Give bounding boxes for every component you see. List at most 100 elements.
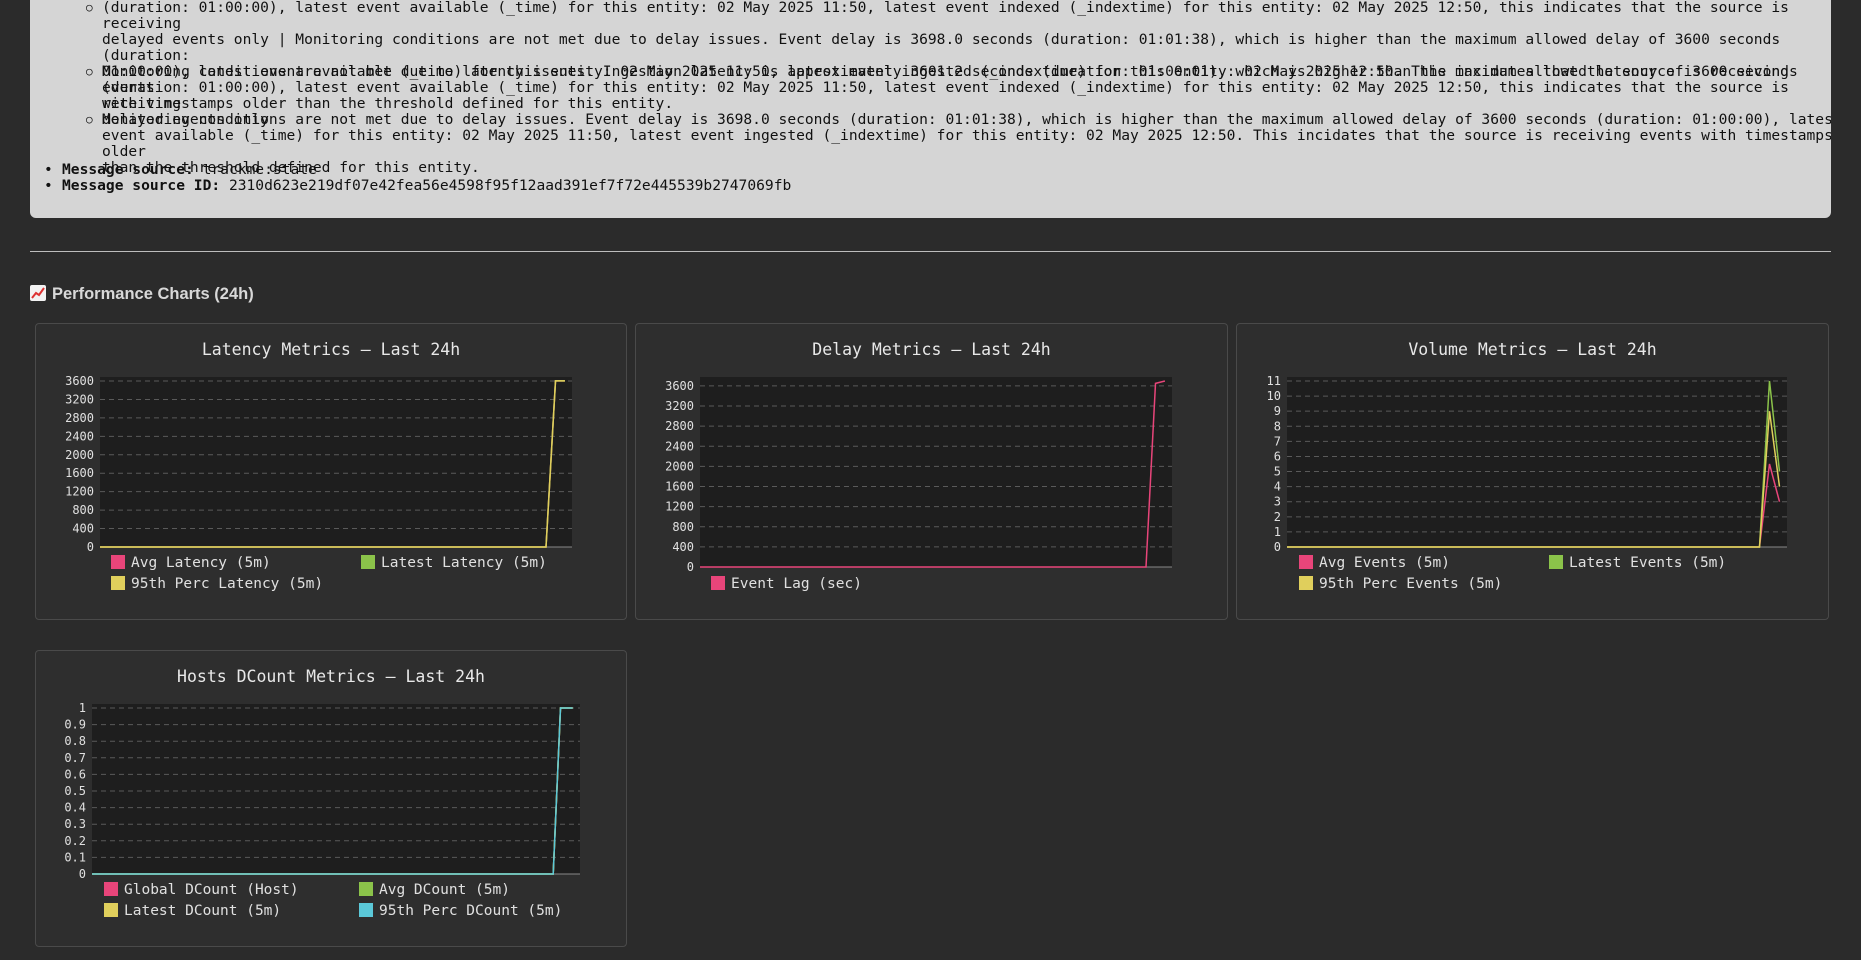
- y-tick-label: 9: [1274, 404, 1281, 418]
- y-tick-label: 0.9: [64, 718, 86, 732]
- plot-area: [100, 377, 572, 547]
- y-tick-label: 0.8: [64, 734, 86, 748]
- y-tick-label: 0: [687, 560, 694, 574]
- y-tick-label: 11: [1267, 374, 1281, 388]
- y-tick-label: 2400: [65, 429, 94, 443]
- message-source-id-label: Message source ID:: [62, 177, 221, 194]
- y-tick-label: 1600: [65, 466, 94, 480]
- chart-panel-volume: Volume Metrics – Last 24h 0 1 2 3 4 5 6 7 8 9 10 11…: [1236, 323, 1829, 620]
- legend-label[interactable]: Global DCount (Host): [124, 882, 299, 898]
- message-line: (duration: 01:00:00), latest event avail…: [102, 0, 1789, 32]
- message-sub-item: ○ Monitoring conditions are not met due …: [86, 111, 1831, 176]
- y-tick-label: 0.6: [64, 767, 86, 781]
- bullet-circle-icon: ○: [86, 65, 93, 78]
- message-line: Monitoring conditions are not met due to…: [102, 63, 1798, 80]
- y-tick-label: 1200: [665, 500, 694, 514]
- section-title: Performance Charts (24h): [30, 285, 254, 304]
- legend-swatch[interactable]: [111, 576, 125, 590]
- chart-hosts: 0 0.1 0.2 0.3 0.4 0.5 0.6 0.7 0.8 0.9 1 Global DCou…: [64, 701, 580, 919]
- bullet-circle-icon: ○: [86, 113, 93, 126]
- message-source-id-item: • Message source ID: 2310d623e219df07e42…: [44, 177, 792, 194]
- y-tick-label: 1: [79, 701, 86, 715]
- section-title-text: Performance Charts (24h): [52, 285, 254, 303]
- legend-swatch[interactable]: [104, 882, 118, 896]
- y-tick-label: 3200: [665, 399, 694, 413]
- legend-swatch[interactable]: [1299, 576, 1313, 590]
- legend-swatch[interactable]: [361, 555, 375, 569]
- plot-area: [1287, 377, 1787, 547]
- y-tick-label: 400: [72, 522, 94, 536]
- chart-latency: 0 400 800 1200 1600 2000 2400 2800 3200 3600 Avg L…: [65, 374, 572, 592]
- y-tick-label: 0: [79, 867, 86, 881]
- y-tick-label: 1600: [665, 480, 694, 494]
- y-tick-label: 1: [1274, 525, 1281, 539]
- y-tick-label: 0.7: [64, 751, 86, 765]
- y-tick-label: 0.3: [64, 817, 86, 831]
- y-tick-label: 4: [1274, 480, 1281, 494]
- message-source-item: • Message source: trackme:state: [44, 161, 317, 178]
- legend-label[interactable]: Latest Latency (5m): [381, 555, 547, 571]
- section-divider: [30, 251, 1831, 252]
- y-tick-label: 800: [72, 503, 94, 517]
- y-tick-label: 0.5: [64, 784, 86, 798]
- y-tick-label: 1200: [65, 485, 94, 499]
- y-tick-label: 0: [87, 540, 94, 554]
- y-tick-label: 6: [1274, 449, 1281, 463]
- y-tick-label: 2800: [665, 419, 694, 433]
- legend-swatch[interactable]: [711, 576, 725, 590]
- chart-panel-hosts: Hosts DCount Metrics – Last 24h 0 0.1 0.2 0…: [35, 650, 627, 947]
- y-tick-label: 3600: [665, 379, 694, 393]
- chart-panel-latency: Latency Metrics – Last 24h 0 400 800 1200 16…: [35, 323, 627, 620]
- y-tick-label: 2800: [65, 411, 94, 425]
- y-tick-label: 0.4: [64, 801, 86, 815]
- legend-swatch[interactable]: [1299, 555, 1313, 569]
- y-tick-label: 7: [1274, 434, 1281, 448]
- legend-swatch[interactable]: [1549, 555, 1563, 569]
- legend-label[interactable]: Avg Latency (5m): [131, 555, 271, 571]
- message-line: delayed events only | Monitoring conditi…: [102, 31, 1781, 64]
- chart-delay: 0 400 800 1200 1600 2000 2400 2800 3200 3600 Event…: [665, 377, 1172, 592]
- y-tick-label: 5: [1274, 465, 1281, 479]
- y-tick-label: 2000: [65, 448, 94, 462]
- plot-area: [92, 704, 580, 874]
- y-tick-label: 8: [1274, 419, 1281, 433]
- chart-panel-delay: Delay Metrics – Last 24h 0 400 800 1200 1600…: [635, 323, 1228, 620]
- y-tick-label: 3600: [65, 374, 94, 388]
- legend-label[interactable]: Avg Events (5m): [1319, 555, 1450, 571]
- y-tick-label: 2400: [665, 439, 694, 453]
- message-line: (duration: 01:00:00), latest event avail…: [102, 79, 1789, 112]
- y-tick-label: 10: [1267, 389, 1281, 403]
- message-line: Monitoring conditions are not met due to…: [102, 111, 1831, 128]
- legend-label[interactable]: Event Lag (sec): [731, 576, 862, 592]
- legend-label[interactable]: Latest DCount (5m): [124, 903, 281, 919]
- legend-label[interactable]: 95th Perc Latency (5m): [131, 576, 323, 592]
- legend-swatch[interactable]: [111, 555, 125, 569]
- y-tick-label: 3200: [65, 392, 94, 406]
- message-source-label: Message source:: [62, 161, 194, 178]
- legend-swatch[interactable]: [359, 903, 373, 917]
- message-box: ○ (duration: 01:00:00), latest event ava…: [30, 0, 1831, 218]
- y-tick-label: 0.1: [64, 850, 86, 864]
- legend-label[interactable]: Avg DCount (5m): [379, 882, 510, 898]
- legend-label[interactable]: 95th Perc Events (5m): [1319, 576, 1502, 592]
- bullet-dot-icon: •: [44, 161, 53, 178]
- bullet-dot-icon: •: [44, 177, 53, 194]
- message-source-value: trackme:state: [202, 161, 317, 178]
- y-tick-label: 2: [1274, 510, 1281, 524]
- legend-label[interactable]: 95th Perc DCount (5m): [379, 903, 562, 919]
- y-tick-label: 0.2: [64, 834, 86, 848]
- legend-label[interactable]: Latest Events (5m): [1569, 555, 1726, 571]
- chart-volume: 012345 67891011 Avg Events (5m) Latest Even…: [1267, 374, 1787, 592]
- legend-swatch[interactable]: [104, 903, 118, 917]
- y-tick-label: 400: [672, 540, 694, 554]
- y-tick-label: 800: [672, 520, 694, 534]
- message-line: than the threshold defined for this enti…: [102, 159, 480, 176]
- y-tick-label: 0: [1274, 540, 1281, 554]
- legend-swatch[interactable]: [359, 882, 373, 896]
- plot-area: [700, 377, 1172, 567]
- y-tick-label: 3: [1274, 495, 1281, 509]
- y-tick-label: 2000: [665, 459, 694, 473]
- chart-increasing-icon: [30, 285, 46, 301]
- message-source-id-value: 2310d623e219df07e42fea56e4598f95f12aad39…: [228, 177, 792, 194]
- message-line: event available (_time) for this entity:…: [102, 127, 1831, 160]
